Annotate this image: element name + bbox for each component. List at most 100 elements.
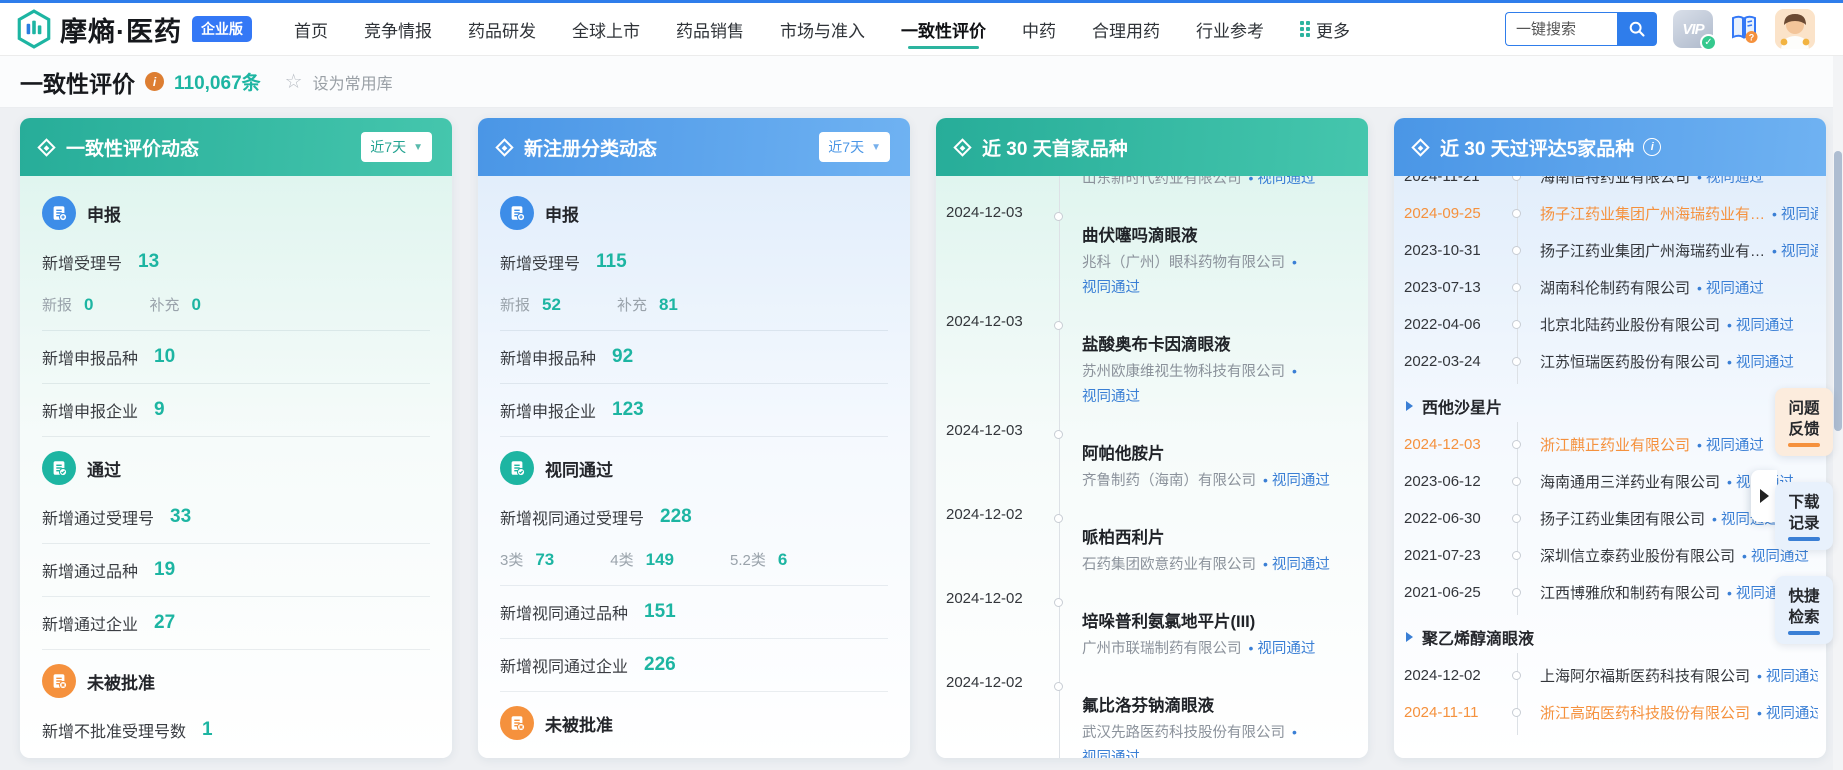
drug-name[interactable]: 盐酸奥布卡因滴眼液: [1082, 331, 1354, 359]
company-name[interactable]: 扬子江药业集团广州海瑞药业有…: [1540, 243, 1765, 260]
entry-company-wrap: 北京北陆药业股份有限公司•视同通过: [1540, 314, 1794, 335]
pass-status-link[interactable]: 视同通过: [1257, 641, 1315, 657]
pass-status-link[interactable]: 视同通过: [1736, 318, 1794, 334]
five-pass-card: 近 30 天过评达5家品种i2024-11-21海南倍特药业有限公司•视同通过2…: [1394, 118, 1826, 758]
company-name[interactable]: 江西博雅欣和制药有限公司: [1540, 585, 1720, 602]
timeline-date: 2024-12-03: [946, 204, 1042, 221]
page-scrollbar[interactable]: [1833, 56, 1843, 770]
timeline-dot-icon: [1054, 598, 1063, 607]
drug-name[interactable]: 氟比洛芬钠滴眼液: [1082, 692, 1354, 720]
feedback-button[interactable]: 问题反馈: [1775, 388, 1833, 456]
favorite-label[interactable]: 设为常用库: [313, 70, 393, 94]
stat-row: 新增不批准受理号数1: [42, 704, 430, 756]
company-name[interactable]: 湖南科伦制药有限公司: [1540, 280, 1690, 297]
timeline-dot-icon: [1054, 430, 1063, 439]
company-name[interactable]: 浙江高跖医药科技股份有限公司: [1540, 705, 1750, 722]
drug-group-header[interactable]: 聚乙烯醇滴眼液: [1406, 625, 1818, 649]
caret-right-icon: [1406, 632, 1413, 642]
search-button[interactable]: [1617, 12, 1657, 46]
link-bullet-icon: •: [1757, 668, 1762, 684]
diamond-icon: [953, 138, 971, 156]
company-name[interactable]: 扬子江药业集团广州海瑞药业有…: [1540, 206, 1765, 223]
section-title: 未被批准: [87, 669, 155, 694]
info-icon[interactable]: i: [145, 72, 164, 91]
company-name[interactable]: 扬子江药业集团有限公司: [1540, 511, 1705, 528]
nav-item-更多[interactable]: 更多: [1300, 3, 1350, 55]
pass-status-link[interactable]: 视同通过: [1766, 706, 1818, 722]
pass-status-link[interactable]: 视同通过: [1272, 557, 1330, 573]
pass-status-link[interactable]: 视同通过: [1781, 207, 1818, 223]
help-guide-icon[interactable]: ?: [1729, 13, 1759, 45]
pass-status-link[interactable]: 视同通过: [1082, 389, 1140, 405]
user-avatar[interactable]: [1775, 9, 1815, 49]
nav-item-市场与准入[interactable]: 市场与准入: [780, 3, 865, 55]
pass-status-link[interactable]: 视同通过: [1706, 281, 1764, 297]
stat-label: 新增不批准受理号数: [42, 718, 186, 742]
date-range-dropdown[interactable]: 近7天▼: [361, 132, 432, 162]
document-check-icon: [500, 451, 534, 485]
company-name[interactable]: 海南倍特药业有限公司: [1540, 176, 1690, 186]
section-title: 视同通过: [545, 456, 613, 481]
pass-status-link[interactable]: 视同通过: [1706, 176, 1764, 186]
drug-group-header[interactable]: 西他沙星片: [1406, 394, 1818, 418]
download-records-button[interactable]: 下载记录: [1775, 482, 1833, 550]
pass-status-link[interactable]: 视同通过: [1751, 549, 1809, 565]
stat-value: 10: [154, 346, 175, 368]
nav-item-药品研发[interactable]: 药品研发: [468, 3, 536, 55]
grouped-timeline-list: 2024-11-21海南倍特药业有限公司•视同通过2024-09-25扬子江药业…: [1404, 176, 1818, 731]
grid-dots-icon: [1300, 21, 1310, 37]
pass-status-link[interactable]: 视同通过: [1736, 355, 1794, 371]
pass-status-link[interactable]: 视同通过: [1257, 176, 1315, 187]
drug-name[interactable]: 培哚普利氨氯地平片(III): [1082, 608, 1354, 636]
logo[interactable]: 摩熵·医药 企业版: [16, 9, 252, 49]
nav-item-药品销售[interactable]: 药品销售: [676, 3, 744, 55]
timeline-date: 2024-12-03: [946, 422, 1042, 439]
nav-item-合理用药[interactable]: 合理用药: [1092, 3, 1160, 55]
company-name[interactable]: 深圳信立泰药业股份有限公司: [1540, 548, 1735, 565]
pass-status-link[interactable]: 视同通过: [1706, 438, 1764, 454]
vip-badge[interactable]: VIP ✓: [1673, 10, 1713, 48]
company-name[interactable]: 浙江麒正药业有限公司: [1540, 437, 1690, 454]
rail-collapse-tab[interactable]: [1751, 470, 1777, 522]
svg-text:?: ?: [1749, 33, 1755, 43]
float-button-line2: 记录: [1781, 513, 1827, 534]
drug-name[interactable]: 曲伏噻吗滴眼液: [1082, 222, 1354, 250]
nav-item-竞争情报[interactable]: 竞争情报: [364, 3, 432, 55]
search-input[interactable]: [1505, 12, 1617, 46]
pass-status-link[interactable]: 视同通过: [1766, 669, 1818, 685]
company-name[interactable]: 海南通用三洋药业有限公司: [1540, 474, 1720, 491]
company-line: 兆科（广州）眼科药物有限公司•视同通过: [1082, 250, 1354, 301]
nav-item-一致性评价[interactable]: 一致性评价: [901, 3, 986, 55]
nav-item-首页[interactable]: 首页: [294, 3, 328, 55]
info-icon[interactable]: i: [1643, 138, 1661, 156]
entry-date: 2024-09-25: [1404, 205, 1500, 222]
nav-item-中药[interactable]: 中药: [1022, 3, 1056, 55]
stat-label: 新增视同通过品种: [500, 600, 628, 624]
company-name[interactable]: 上海阿尔福斯医药科技有限公司: [1540, 668, 1750, 685]
stat-value: 33: [170, 506, 191, 528]
company-name[interactable]: 江苏恒瑞医药股份有限公司: [1540, 354, 1720, 371]
company-name: 广州市联瑞制药有限公司: [1082, 641, 1242, 657]
drug-name[interactable]: 哌柏西利片: [1082, 524, 1354, 552]
company-name[interactable]: 北京北陆药业股份有限公司: [1540, 317, 1720, 334]
stat-label: 新增申报企业: [42, 398, 138, 422]
stat-sub-label: 3类: [500, 549, 523, 570]
timeline-content: 培哚普利氨氯地平片(III)广州市联瑞制药有限公司•视同通过: [1082, 608, 1354, 662]
nav-item-行业参考[interactable]: 行业参考: [1196, 3, 1264, 55]
favorite-star-icon[interactable]: ☆: [285, 69, 303, 94]
pass-status-link[interactable]: 视同通过: [1272, 473, 1330, 489]
scrollbar-thumb[interactable]: [1834, 151, 1842, 431]
caret-right-icon: [1406, 401, 1413, 411]
pass-status-link[interactable]: 视同通过: [1781, 244, 1818, 260]
drug-name[interactable]: 阿帕他胺片: [1082, 440, 1354, 468]
pass-status-link[interactable]: 视同通过: [1082, 750, 1140, 758]
pass-status-link[interactable]: 视同通过: [1082, 280, 1140, 296]
float-button-line1: 快捷: [1781, 586, 1827, 607]
nav-item-全球上市[interactable]: 全球上市: [572, 3, 640, 55]
quick-search-button[interactable]: 快捷检索: [1775, 576, 1833, 644]
stat-label: 新增受理号: [500, 250, 580, 274]
stat-sub-row: 新报0补充0: [42, 288, 430, 331]
card-title: 一致性评价动态: [66, 134, 199, 161]
date-range-dropdown[interactable]: 近7天▼: [819, 132, 890, 162]
company-line: 苏州欧康维视生物科技有限公司•视同通过: [1082, 359, 1354, 410]
